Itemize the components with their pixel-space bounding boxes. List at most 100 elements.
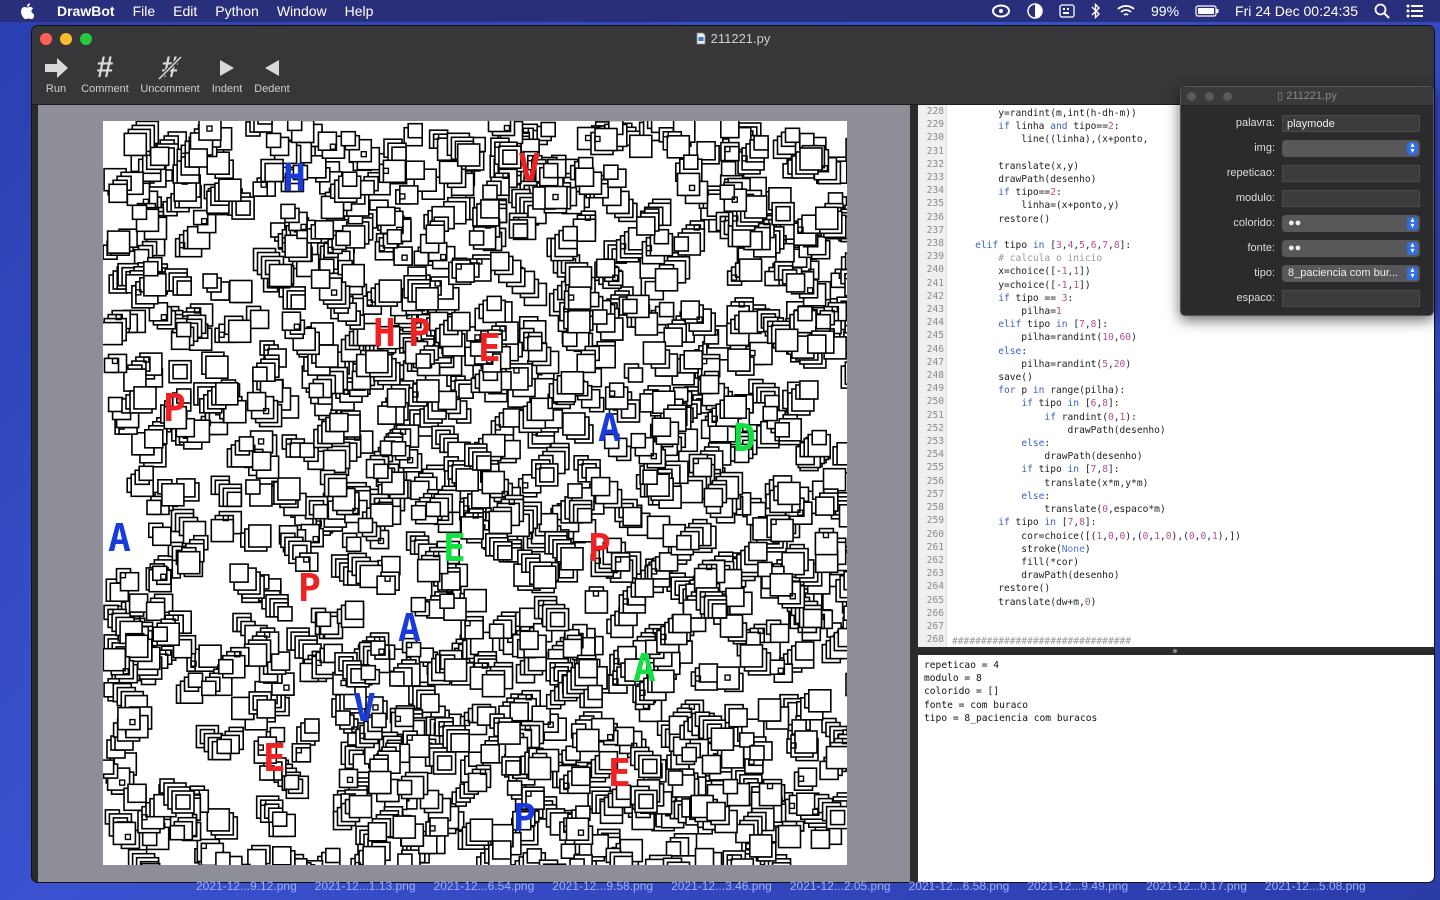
- variable-select[interactable]: ▴ ▾: [1282, 140, 1420, 157]
- bluetooth-icon[interactable]: [1091, 3, 1101, 19]
- colored-letter: P: [588, 526, 611, 570]
- variable-select[interactable]: ●● ▴ ▾: [1282, 240, 1420, 257]
- code-line[interactable]: pilha=randint(10,60): [952, 331, 1241, 344]
- code-line[interactable]: fill(*cor): [952, 556, 1241, 569]
- canvas-preview-area[interactable]: HPEADPEPAAVEEPAPHV: [38, 105, 910, 882]
- colored-letter: D: [733, 416, 756, 460]
- code-line[interactable]: translate(dw+m,0): [952, 596, 1241, 609]
- line-number: 244: [926, 317, 944, 329]
- uncomment-icon: #: [138, 51, 202, 84]
- code-line[interactable]: [952, 609, 1241, 622]
- colored-letter: V: [353, 686, 376, 730]
- variable-row: fonte: ●● ▴ ▾: [1181, 240, 1433, 260]
- code-line[interactable]: translate(0,espaco*m): [952, 503, 1241, 516]
- colored-letter: P: [408, 311, 431, 355]
- desktop-file-label[interactable]: 2021-12...1.13.png: [315, 879, 416, 893]
- colored-letter: A: [598, 406, 621, 450]
- code-line[interactable]: if tipo in [7,8]:: [952, 516, 1241, 529]
- variable-field[interactable]: playmode: [1282, 115, 1420, 132]
- dark-mode-icon[interactable]: [1027, 3, 1043, 19]
- triangle-left-icon: [250, 53, 294, 83]
- code-line[interactable]: pilha=randint(5,20): [952, 358, 1241, 371]
- comment-button[interactable]: # Comment: [78, 51, 132, 95]
- desktop-file-label[interactable]: 2021-12...9.49.png: [1027, 879, 1128, 893]
- python-file-icon: [696, 32, 706, 48]
- desktop-file-labels: 2021-12...9.12.png 2021-12...1.13.png 2021…: [196, 879, 1440, 900]
- desktop-file-label[interactable]: 2021-12...0.17.png: [1146, 879, 1247, 893]
- desktop-file-label[interactable]: 2021-12...2.05.png: [790, 879, 891, 893]
- variable-field[interactable]: [1282, 290, 1420, 307]
- vertical-split-divider[interactable]: [910, 105, 918, 882]
- line-number: 238: [926, 238, 944, 250]
- python-file-icon: ▯: [1277, 90, 1287, 102]
- desktop-file-label[interactable]: 2021-12...9.12.png: [196, 879, 297, 893]
- desktop-file-label[interactable]: 2021-12...9.58.png: [552, 879, 653, 893]
- line-number: 229: [926, 119, 944, 131]
- keyboard-icon[interactable]: [1059, 4, 1075, 18]
- code-line[interactable]: drawPath(desenho): [952, 450, 1241, 463]
- code-line[interactable]: if tipo in [6,8]:: [952, 397, 1241, 410]
- variable-select[interactable]: ●● ▴ ▾: [1282, 215, 1420, 232]
- code-line[interactable]: elif tipo in [7,8]:: [952, 318, 1241, 331]
- colored-letter: E: [443, 526, 466, 570]
- menu-file[interactable]: File: [124, 0, 165, 22]
- code-line[interactable]: for p in range(pilha):: [952, 384, 1241, 397]
- menu-window[interactable]: Window: [268, 0, 336, 22]
- variable-label: palavra:: [1235, 117, 1275, 129]
- desktop-file-label[interactable]: 2021-12...3.46.png: [671, 879, 772, 893]
- variable-label: repeticao:: [1226, 167, 1275, 179]
- code-line[interactable]: save(): [952, 371, 1241, 384]
- spotlight-search-icon[interactable]: [1374, 3, 1390, 19]
- code-line[interactable]: [952, 622, 1241, 635]
- menu-app-name[interactable]: DrawBot: [48, 0, 124, 22]
- code-line[interactable]: else:: [952, 345, 1241, 358]
- menu-python[interactable]: Python: [206, 0, 268, 22]
- code-line[interactable]: if tipo in [7,8]:: [952, 463, 1241, 476]
- code-line[interactable]: ###############################: [952, 635, 1241, 647]
- code-line[interactable]: else:: [952, 437, 1241, 450]
- desktop-file-label[interactable]: 2021-12...5.08.png: [1265, 879, 1366, 893]
- code-line[interactable]: translate(x*m,y*m): [952, 477, 1241, 490]
- line-number: 245: [926, 330, 944, 342]
- desktop-file-label[interactable]: 2021-12...6.54.png: [434, 879, 535, 893]
- code-line[interactable]: else:: [952, 490, 1241, 503]
- menu-clock[interactable]: Fri 24 Dec 00:24:35: [1235, 3, 1358, 19]
- variable-field[interactable]: [1282, 165, 1420, 182]
- apple-icon[interactable]: [20, 3, 38, 19]
- notification-center-icon[interactable]: [1406, 4, 1424, 18]
- line-number: 268: [926, 634, 944, 646]
- uncomment-button[interactable]: # Uncomment: [138, 51, 202, 95]
- line-number: 260: [926, 528, 944, 540]
- variable-field[interactable]: [1282, 190, 1420, 207]
- dedent-button[interactable]: Dedent: [250, 53, 294, 95]
- variable-select[interactable]: 8_paciencia com bur... ▴ ▾: [1282, 265, 1420, 282]
- menu-help[interactable]: Help: [336, 0, 383, 22]
- wifi-icon[interactable]: [1117, 4, 1135, 18]
- variables-panel-title: ▯ 211221.py: [1277, 90, 1337, 102]
- code-line[interactable]: drawPath(desenho): [952, 424, 1241, 437]
- creative-cloud-icon[interactable]: [991, 4, 1011, 18]
- code-line[interactable]: drawPath(desenho): [952, 569, 1241, 582]
- code-line[interactable]: if randint(0,1):: [952, 411, 1241, 424]
- menu-edit[interactable]: Edit: [164, 0, 206, 22]
- code-line[interactable]: restore(): [952, 582, 1241, 595]
- colored-letter: V: [518, 146, 541, 190]
- output-line: repeticao = 4: [924, 660, 1000, 671]
- line-number: 235: [926, 198, 944, 210]
- variable-label: tipo:: [1254, 267, 1275, 279]
- line-number: 261: [926, 541, 944, 553]
- line-number: 246: [926, 343, 944, 355]
- desktop-file-label[interactable]: 2021-12...6.58.png: [909, 879, 1010, 893]
- output-text: repeticao = 4 modulo = 8 colorido = [] font…: [924, 659, 1097, 725]
- colored-letter: P: [513, 796, 536, 840]
- drawing-canvas[interactable]: HPEADPEPAAVEEPAPHV: [103, 121, 847, 865]
- variable-row: colorido: ●● ▴ ▾: [1181, 215, 1433, 235]
- code-line[interactable]: stroke(None): [952, 543, 1241, 556]
- horizontal-split-divider[interactable]: [918, 647, 1434, 655]
- line-number: 265: [926, 594, 944, 606]
- line-number-gutter: 228 229 230 231 232 233 234 235 236 237 238 239 240 2…: [918, 105, 947, 647]
- run-button[interactable]: Run: [40, 53, 72, 95]
- indent-button[interactable]: Indent: [208, 53, 246, 95]
- code-line[interactable]: cor=choice([(1,0,0),(0,1,0),(0,0,1),]): [952, 530, 1241, 543]
- battery-icon[interactable]: [1195, 5, 1219, 17]
